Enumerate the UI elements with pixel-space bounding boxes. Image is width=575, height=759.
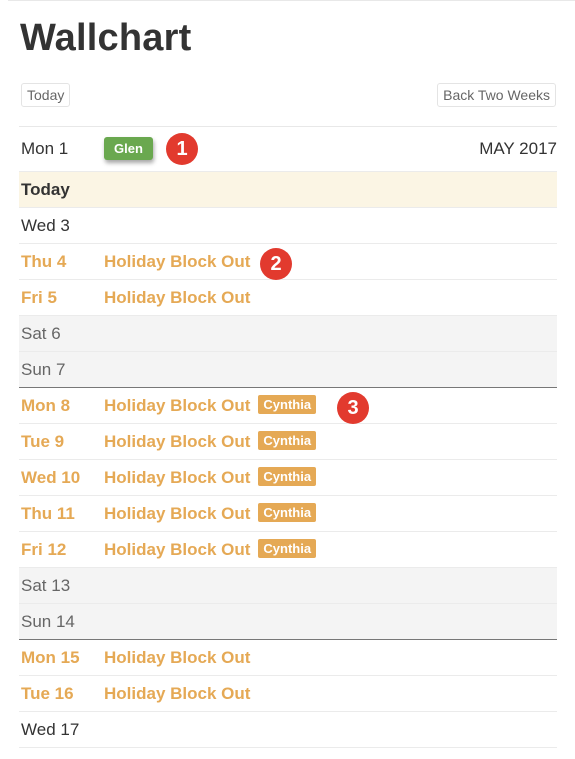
event-title: Holiday Block Out <box>104 504 251 523</box>
calendar-row[interactable]: Sat 13 <box>19 568 557 604</box>
day-label: Sun 7 <box>21 359 66 379</box>
event-label[interactable]: Holiday Block Out Cynthia <box>104 431 317 452</box>
month-label: MAY 2017 <box>479 139 557 158</box>
event-label[interactable]: Holiday Block Out <box>104 288 250 308</box>
event-label[interactable]: Holiday Block Out <box>104 648 250 668</box>
day-label: Fri 12 <box>21 539 67 559</box>
assignee-tag[interactable]: Cynthia <box>258 503 317 522</box>
back-two-weeks-button[interactable]: Back Two Weeks <box>437 83 556 107</box>
calendar-row[interactable]: Fri 5 Holiday Block Out <box>19 280 557 316</box>
event-title: Holiday Block Out <box>104 287 251 307</box>
day-label: Wed 17 <box>21 719 80 739</box>
calendar-row[interactable]: Sat 6 <box>19 316 557 352</box>
event-title: Holiday Block Out <box>104 432 251 451</box>
annotation-marker-2: 2 <box>260 248 292 280</box>
day-label: Today <box>21 179 70 199</box>
event-title: Holiday Block Out <box>104 647 251 667</box>
day-label: Mon 15 <box>21 647 80 667</box>
top-divider <box>8 0 575 1</box>
day-label: Tue 16 <box>21 683 74 703</box>
event-label[interactable]: Holiday Block Out <box>104 684 250 704</box>
calendar-row[interactable]: Fri 12 Holiday Block Out Cynthia <box>19 532 557 568</box>
annotation-marker-3: 3 <box>337 392 369 424</box>
event-label[interactable]: Holiday Block Out Cynthia <box>104 539 317 560</box>
calendar-row[interactable]: Wed 10 Holiday Block Out Cynthia <box>19 460 557 496</box>
event-title: Holiday Block Out <box>104 540 251 559</box>
day-label: Sun 14 <box>21 611 75 631</box>
calendar-row-header[interactable]: Mon 1 Glen MAY 2017 <box>19 127 557 172</box>
day-label: Wed 3 <box>21 215 70 235</box>
calendar-row[interactable]: Wed 17 <box>19 712 557 748</box>
event-title: Holiday Block Out <box>104 251 251 271</box>
calendar-row[interactable]: Thu 11 Holiday Block Out Cynthia <box>19 496 557 532</box>
day-label: Thu 11 <box>21 503 75 523</box>
page-title: Wallchart <box>20 17 192 59</box>
calendar-row[interactable]: Today <box>19 172 557 208</box>
event-label[interactable]: Holiday Block Out Cynthia <box>104 467 317 488</box>
calendar-list: Mon 1 Glen MAY 2017 Today Wed 3 Thu 4 Holid… <box>19 126 557 748</box>
day-label: Tue 9 <box>21 431 65 451</box>
assignee-tag[interactable]: Cynthia <box>258 395 317 414</box>
day-label: Fri 5 <box>21 287 57 307</box>
day-label: Sat 6 <box>21 323 61 343</box>
calendar-row[interactable]: Tue 9 Holiday Block Out Cynthia <box>19 424 557 460</box>
calendar-row[interactable]: Wed 3 <box>19 208 557 244</box>
today-button[interactable]: Today <box>21 83 71 107</box>
assignee-tag[interactable]: Cynthia <box>258 467 317 486</box>
event-title: Holiday Block Out <box>104 396 251 415</box>
event-title: Holiday Block Out <box>104 468 251 487</box>
calendar-row[interactable]: Mon 15 Holiday Block Out <box>19 640 557 676</box>
day-label: Thu 4 <box>21 251 67 271</box>
calendar-row[interactable]: Sun 14 <box>19 604 557 640</box>
day-label: Mon 8 <box>21 395 71 415</box>
calendar-row[interactable]: Sun 7 <box>19 352 557 388</box>
day-label: Wed 10 <box>21 467 81 487</box>
calendar-row[interactable]: Mon 8 Holiday Block Out Cynthia <box>19 388 557 424</box>
annotation-marker-1: 1 <box>166 133 198 165</box>
assignee-badge-glen[interactable]: Glen <box>104 137 153 160</box>
event-label[interactable]: Holiday Block Out Cynthia <box>104 503 317 524</box>
calendar-row[interactable]: Tue 16 Holiday Block Out <box>19 676 557 712</box>
assignee-tag[interactable]: Cynthia <box>258 539 317 558</box>
day-label: Mon 1 <box>21 139 69 158</box>
assignee-tag[interactable]: Cynthia <box>258 431 317 450</box>
day-label: Sat 13 <box>21 575 71 595</box>
event-label[interactable]: Holiday Block Out <box>104 252 250 272</box>
event-label[interactable]: Holiday Block Out Cynthia <box>104 395 317 416</box>
event-title: Holiday Block Out <box>104 683 251 703</box>
